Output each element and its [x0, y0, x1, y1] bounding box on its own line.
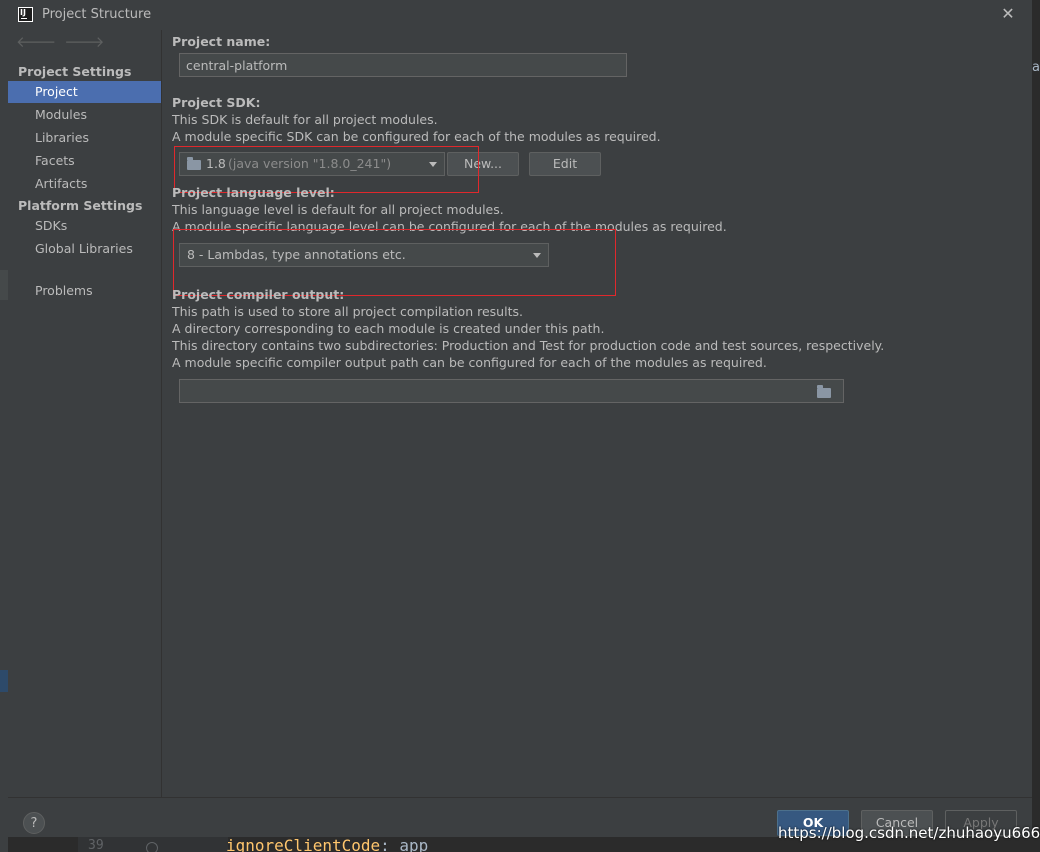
sidebar-item-artifacts[interactable]: Artifacts: [8, 173, 161, 195]
sidebar-item-sdks[interactable]: SDKs: [8, 215, 161, 237]
sidebar-item-modules[interactable]: Modules: [8, 104, 161, 126]
code-rest: : app: [380, 836, 429, 852]
compiler-output-input[interactable]: [179, 379, 844, 403]
project-structure-dialog: IJ Project Structure ✕ 🡐 🡒 Project Settin…: [8, 0, 1032, 837]
nav-arrows: 🡐 🡒: [16, 32, 112, 51]
sdk-description-1: This SDK is default for all project modu…: [172, 112, 438, 127]
compiler-output-label: Project compiler output:: [172, 287, 345, 302]
language-level-label: Project language level:: [172, 185, 335, 200]
intellij-app-icon: IJ: [18, 7, 33, 22]
section-project-settings: Project Settings: [18, 64, 132, 79]
background-editor-left: [0, 0, 8, 852]
close-icon[interactable]: ✕: [998, 4, 1018, 24]
sidebar-item-problems[interactable]: Problems: [8, 280, 161, 302]
breakpoint-icon: [146, 842, 158, 852]
sidebar-item-libraries[interactable]: Libraries: [8, 127, 161, 149]
section-platform-settings: Platform Settings: [18, 198, 143, 213]
project-settings-panel: Project name: Project SDK: This SDK is d…: [162, 30, 1032, 797]
background-editor-right: a: [1032, 0, 1040, 852]
code-line: ignoreClientCode: app: [226, 836, 428, 852]
red-highlight-box: [173, 229, 616, 296]
sidebar-item-global-libraries[interactable]: Global Libraries: [8, 238, 161, 260]
window-title: Project Structure: [42, 7, 152, 22]
watermark: https://blog.csdn.net/zhuhaoyu6666: [778, 824, 1040, 842]
background-mark: [0, 670, 8, 692]
background-mark: [0, 270, 8, 300]
browse-folder-icon[interactable]: [817, 385, 831, 398]
compiler-description-3: This directory contains two subdirectori…: [172, 338, 885, 353]
line-number: 39: [88, 838, 104, 852]
project-name-label: Project name:: [172, 34, 271, 49]
help-button[interactable]: ?: [23, 812, 45, 834]
code-key: ignoreClientCode: [226, 836, 381, 852]
sidebar-item-project[interactable]: Project: [8, 81, 161, 103]
compiler-description-2: A directory corresponding to each module…: [172, 321, 605, 336]
sidebar-item-facets[interactable]: Facets: [8, 150, 161, 172]
title-bar: IJ Project Structure ✕: [8, 0, 1032, 30]
language-description-1: This language level is default for all p…: [172, 202, 504, 217]
project-name-input[interactable]: [179, 53, 627, 77]
compiler-description-4: A module specific compiler output path c…: [172, 355, 767, 370]
edit-sdk-button[interactable]: Edit: [529, 152, 601, 176]
back-arrow-icon[interactable]: 🡐: [16, 33, 56, 51]
sidebar: 🡐 🡒 Project Settings Project Modules Libr…: [8, 30, 162, 797]
background-text-fragment: a: [1032, 60, 1040, 75]
sdk-description-2: A module specific SDK can be configured …: [172, 129, 661, 144]
forward-arrow-icon[interactable]: 🡒: [64, 33, 104, 51]
project-sdk-label: Project SDK:: [172, 95, 261, 110]
compiler-description-1: This path is used to store all project c…: [172, 304, 523, 319]
